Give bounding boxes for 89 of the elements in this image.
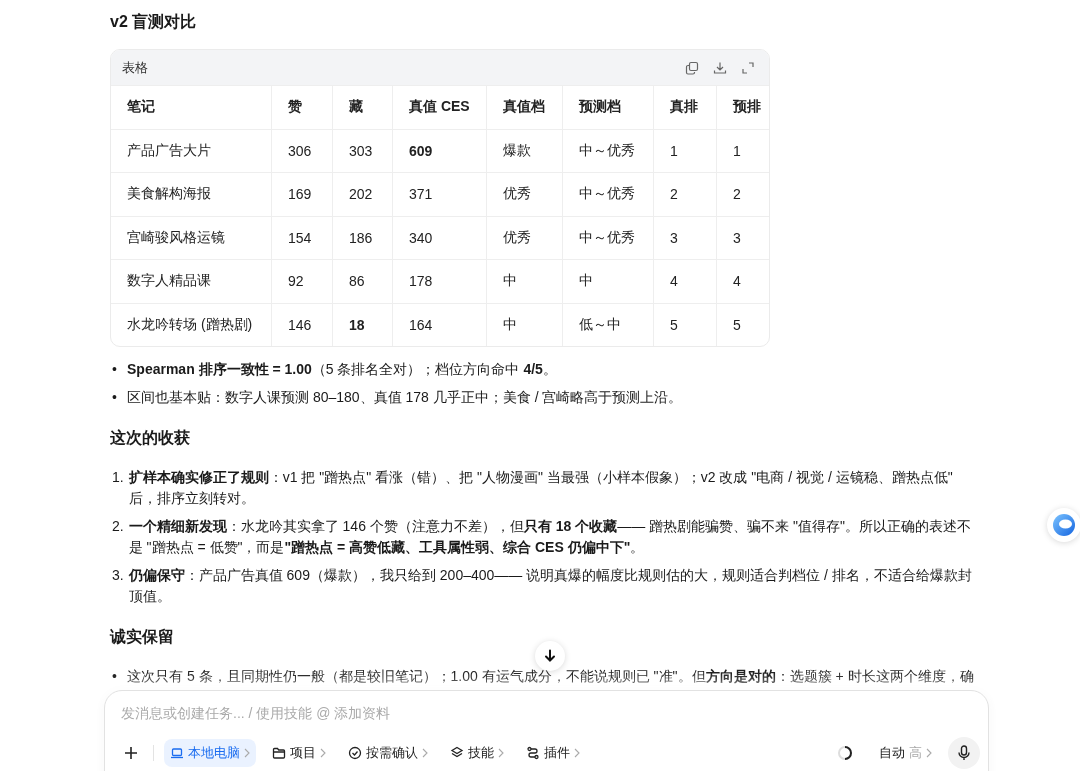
column-header: 真值档 (486, 85, 563, 129)
copy-icon[interactable] (685, 60, 699, 75)
chevron-icon (498, 748, 504, 758)
section-heading: v2 盲测对比 (110, 12, 198, 32)
toolbar-chip[interactable]: 本地电脑 (164, 739, 256, 767)
laptop-icon (170, 746, 184, 760)
bullet-marker: • (112, 360, 118, 379)
layers-icon (450, 746, 464, 760)
bullet-text: 这次只有 5 条，且同期性仍一般（都是较旧笔记）；1.00 有运气成分，不能说规则已 "准"。但方向是对的：选题簇 + 时长这两个维度，确 (127, 667, 975, 686)
mode-selector[interactable]: 自动 高 (873, 743, 938, 763)
table-cell: 中 (562, 259, 654, 303)
table-cell: 2 (653, 172, 717, 216)
chevron-icon (320, 748, 326, 758)
table-cell: 371 (392, 172, 487, 216)
microphone-button[interactable] (948, 737, 980, 769)
plug-icon (526, 746, 540, 760)
bullet-marker: • (112, 667, 118, 686)
column-header: 预排 (716, 85, 769, 129)
item-number: 2. (112, 517, 124, 536)
column-header: 真值 CES (392, 85, 487, 129)
table-cell: 中～优秀 (562, 172, 654, 216)
table-cell: 数字人精品课 (111, 259, 272, 303)
scroll-down-button[interactable] (535, 641, 565, 671)
table-cell: 宫崎骏风格运镜 (111, 216, 272, 260)
table-cell: 178 (392, 259, 487, 303)
section-heading: 这次的收获 (110, 428, 191, 448)
section-heading: 诚实保留 (110, 627, 175, 647)
table-cell: 美食解构海报 (111, 172, 272, 216)
table-cell: 3 (716, 216, 769, 260)
toolbar-chip[interactable]: 插件 (520, 739, 586, 767)
table-cell: 92 (271, 259, 333, 303)
numbered-item: 一个精细新发现：水龙吟其实拿了 146 个赞（注意力不差），但只有 18 个收藏—— 蹭热剧能骗赞、骗不来 "值得存"。所以正确的表述不是 "蹭热点 = 低赞"，而是"蹭热点 = 高赞低藏、工具属性弱、综合 CES 仍偏中下"。 (128, 517, 972, 557)
table-cell: 优秀 (486, 216, 563, 260)
table-cell: 186 (332, 216, 393, 260)
table-cell: 中 (486, 303, 563, 346)
chevron-icon (422, 748, 428, 758)
table-cell: 4 (716, 259, 769, 303)
table-cell: 低～中 (562, 303, 654, 346)
table-cell: 爆款 (486, 129, 563, 173)
folder-icon (272, 746, 286, 760)
column-header: 藏 (332, 85, 393, 129)
table-cell: 154 (271, 216, 333, 260)
column-header: 笔记 (111, 85, 272, 129)
assistant-icon[interactable] (1047, 508, 1080, 542)
table-cell: 产品广告大片 (111, 129, 272, 173)
column-header: 真排 (653, 85, 717, 129)
table-cell: 4 (653, 259, 717, 303)
table-cell: 5 (716, 303, 769, 346)
table-cell: 340 (392, 216, 487, 260)
toolbar-chip[interactable]: 技能 (444, 739, 510, 767)
toolbar-chip[interactable]: 项目 (266, 739, 332, 767)
table-cell: 18 (332, 303, 393, 346)
chevron-icon (244, 748, 250, 758)
table-cell: 146 (271, 303, 333, 346)
table-cell: 优秀 (486, 172, 563, 216)
table-cell: 中～优秀 (562, 216, 654, 260)
table-cell: 306 (271, 129, 333, 173)
column-header: 赞 (271, 85, 333, 129)
chevron-icon (926, 748, 932, 758)
table-cell: 中 (486, 259, 563, 303)
toolbar-chip[interactable]: 按需确认 (342, 739, 434, 767)
table-cell: 303 (332, 129, 393, 173)
table-cell: 169 (271, 172, 333, 216)
table-caption: 表格 (122, 58, 148, 77)
numbered-item: 扩样本确实修正了规则：v1 把 "蹭热点" 看涨（错）、把 "人物漫画" 当最强（小样本假象）；v2 改成 "电商 / 视觉 / 运镜稳、蹭热点低" 后，排序立刻转对。 (128, 468, 954, 508)
table-cell: 5 (653, 303, 717, 346)
check-circle-icon (348, 746, 362, 760)
bullet-text: Spearman 排序一致性 = 1.00（5 条排名全对）；档位方向命中 4/5。 (127, 360, 558, 379)
table-cell: 86 (332, 259, 393, 303)
microphone-icon (957, 745, 971, 761)
numbered-item: 仍偏保守：产品广告真值 609（爆款），我只给到 200–400—— 说明真爆的幅度比规则估的大，规则适合判档位 / 排名，不适合给爆款封顶值。 (128, 566, 973, 606)
table-cell: 2 (716, 172, 769, 216)
table-cell: 3 (653, 216, 717, 260)
table-cell: 609 (392, 129, 487, 173)
spinner-icon (837, 745, 853, 761)
download-icon[interactable] (713, 60, 727, 75)
table-cell: 1 (653, 129, 717, 173)
table-cell: 中～优秀 (562, 129, 654, 173)
table-cell: 水龙吟转场 (蹭热剧) (111, 303, 272, 346)
column-header: 预测档 (562, 85, 654, 129)
item-number: 1. (112, 468, 124, 487)
bullet-text: 区间也基本贴：数字人课预测 80–180、真值 178 几乎正中；美食 / 宫崎略高于预测上沿。 (127, 388, 684, 407)
table-cell: 1 (716, 129, 769, 173)
item-number: 3. (112, 566, 124, 585)
table-cell: 164 (392, 303, 487, 346)
table-cell: 202 (332, 172, 393, 216)
arrow-down-icon (543, 649, 557, 663)
bullet-marker: • (112, 388, 118, 407)
chevron-icon (574, 748, 580, 758)
